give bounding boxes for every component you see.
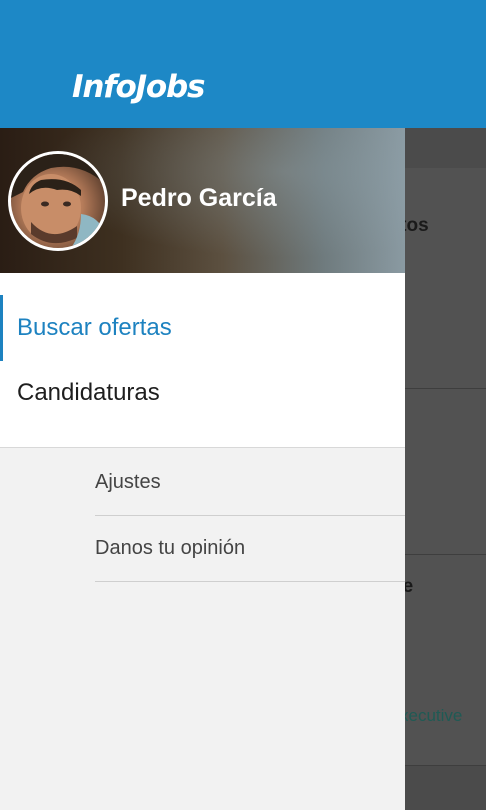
menu-item-candidaturas[interactable]: Candidaturas bbox=[0, 363, 405, 423]
navigation-drawer: Pedro García Buscar ofertas Candidaturas… bbox=[0, 128, 405, 810]
infojobs-logo: InfoJobs bbox=[72, 69, 205, 105]
drawer-header: Pedro García bbox=[0, 128, 405, 273]
background-card-subtitle: xecutive bbox=[400, 706, 463, 725]
menu-item-danos-tu-opinion[interactable]: Danos tu opinión bbox=[95, 516, 405, 582]
menu-item-ajustes[interactable]: Ajustes bbox=[95, 450, 405, 516]
primary-menu: Buscar ofertas Candidaturas bbox=[0, 273, 405, 448]
app-bar: InfoJobs bbox=[0, 0, 486, 128]
avatar[interactable] bbox=[8, 151, 108, 251]
avatar-photo-icon bbox=[11, 154, 105, 248]
menu-item-buscar-ofertas[interactable]: Buscar ofertas bbox=[0, 298, 405, 358]
user-name: Pedro García bbox=[121, 184, 277, 212]
